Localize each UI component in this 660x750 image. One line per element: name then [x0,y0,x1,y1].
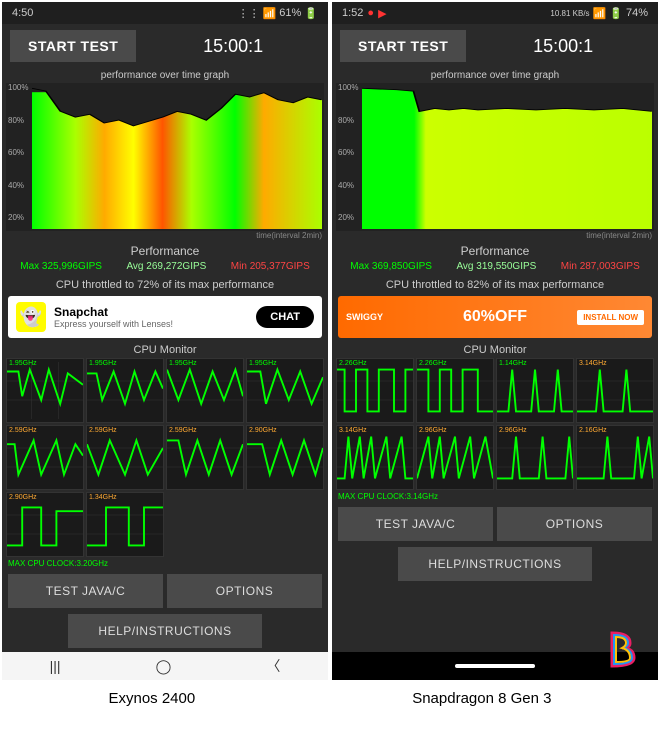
cpu-monitor-heading: CPU Monitor [2,340,328,358]
phone-exynos: 4:50 ⋮⋮ 📶 61% 🔋 START TEST 15:00:1 perfo… [2,2,328,680]
status-bar: 4:50 ⋮⋮ 📶 61% 🔋 [2,2,328,24]
ad-banner[interactable]: SWIGGY 60%OFF INSTALL NOW [338,296,652,338]
cpu-core-cell: 3.14GHz [576,358,654,423]
stat-min: Min 287,003GIPS [561,261,640,272]
performance-heading: Performance [332,244,658,258]
y-axis-labels: 100% 80% 60% 40% 20% [8,83,32,231]
nav-home-icon[interactable]: ◯ [156,658,172,675]
ad-main-text: 60%OFF [463,308,527,326]
options-button[interactable]: OPTIONS [497,507,652,541]
comparison-captions: Exynos 2400 Snapdragon 8 Gen 3 [0,682,660,715]
ad-subtitle: Express yourself with Lenses! [54,319,256,329]
help-instructions-button[interactable]: HELP/INSTRUCTIONS [398,547,591,581]
status-time: 4:50 [12,7,33,19]
timer-display: 15:00:1 [476,36,650,57]
cpu-core-cell: 2.96GHz [496,425,574,490]
status-icons: ⋮⋮ 📶 61% 🔋 [238,7,318,20]
ad-cta-button[interactable]: INSTALL NOW [577,310,644,325]
battery-icon: 🔋 [304,7,318,20]
stat-avg: Avg 319,550GIPS [456,261,536,272]
status-bar: 1:52 ● ▶ 10.81 KB/s 📶 🔋 74% [332,2,658,24]
performance-graph: 100% 80% 60% 40% 20% [336,83,654,231]
youtube-icon: ▶ [378,7,386,20]
signal-icon: 📶 [263,7,277,20]
max-cpu-clock: MAX CPU CLOCK:3.20GHz [2,557,328,570]
performance-heading: Performance [2,244,328,258]
battery-text: 74% [626,7,648,19]
cpu-core-cell: 2.59GHz [6,425,84,490]
throttle-text: CPU throttled to 72% of its max performa… [2,276,328,294]
net-speed: 10.81 KB/s [550,9,589,18]
status-time: 1:52 ● ▶ [342,7,387,20]
wifi-icon: ⋮⋮ [238,7,260,20]
x-axis-label: time(interval 2min) [2,231,328,240]
graph-title: performance over time graph [332,68,658,83]
cpu-core-cell: 2.26GHz [416,358,494,423]
cpu-core-cell: 2.90GHz [6,492,84,557]
status-icons: 10.81 KB/s 📶 🔋 74% [550,7,648,20]
nav-back-icon[interactable]: 〈 [266,656,280,676]
nav-bar [332,652,658,680]
caption-left: Exynos 2400 [108,690,195,707]
cpu-core-cell: 1.95GHz [86,358,164,423]
cpu-core-cell: 2.26GHz [336,358,414,423]
max-cpu-clock: MAX CPU CLOCK:3.14GHz [332,490,658,503]
ad-brand: SWIGGY [346,312,383,322]
stat-min: Min 205,377GIPS [231,261,310,272]
options-button[interactable]: OPTIONS [167,574,322,608]
cpu-core-cell-empty [166,492,244,557]
cpu-monitor-heading: CPU Monitor [332,340,658,358]
stat-avg: Avg 269,272GIPS [126,261,206,272]
rec-icon: ● [367,7,374,19]
phone-snapdragon: 1:52 ● ▶ 10.81 KB/s 📶 🔋 74% START TEST 1… [332,2,658,680]
x-axis-label: time(interval 2min) [332,231,658,240]
ad-cta-button[interactable]: CHAT [256,306,314,328]
caption-right: Snapdragon 8 Gen 3 [412,690,551,707]
ad-banner[interactable]: 👻 Snapchat Express yourself with Lenses!… [8,296,322,338]
help-instructions-button[interactable]: HELP/INSTRUCTIONS [68,614,261,648]
timer-display: 15:00:1 [146,36,320,57]
cpu-monitor-grid: 1.95GHz 1.95GHz 1.95GHz 1.95GHz 2.59GHz … [2,358,328,557]
nav-recents-icon[interactable]: ||| [50,658,61,674]
cpu-core-cell: 2.90GHz [246,425,324,490]
cpu-core-cell: 1.95GHz [246,358,324,423]
cpu-core-cell: 1.95GHz [166,358,244,423]
test-javac-button[interactable]: TEST JAVA/C [338,507,493,541]
start-test-button[interactable]: START TEST [10,30,136,62]
start-test-button[interactable]: START TEST [340,30,466,62]
throttle-text: CPU throttled to 82% of its max performa… [332,276,658,294]
test-javac-button[interactable]: TEST JAVA/C [8,574,163,608]
cpu-core-cell: 2.59GHz [86,425,164,490]
cpu-core-cell: 1.14GHz [496,358,574,423]
nav-bar: ||| ◯ 〈 [2,652,328,680]
cpu-core-cell: 2.59GHz [166,425,244,490]
graph-title: performance over time graph [2,68,328,83]
y-axis-labels: 100% 80% 60% 40% 20% [338,83,362,231]
stat-max: Max 369,850GIPS [350,261,432,272]
battery-icon: 🔋 [609,7,623,20]
cpu-core-cell: 1.34GHz [86,492,164,557]
cpu-core-cell: 2.16GHz [576,425,654,490]
nav-home-pill[interactable] [455,664,535,668]
snapchat-icon: 👻 [16,302,46,332]
signal-icon: 📶 [593,7,607,20]
cpu-core-cell: 2.96GHz [416,425,494,490]
performance-graph: 100% 80% 60% 40% 20% [6,83,324,231]
cpu-core-cell: 1.95GHz [6,358,84,423]
battery-text: 61% [279,7,301,19]
stat-max: Max 325,996GIPS [20,261,102,272]
cpu-core-cell-empty [246,492,324,557]
cpu-core-cell: 3.14GHz [336,425,414,490]
ad-title: Snapchat [54,305,256,319]
cpu-monitor-grid: 2.26GHz 2.26GHz 1.14GHz 3.14GHz 3.14GHz … [332,358,658,490]
